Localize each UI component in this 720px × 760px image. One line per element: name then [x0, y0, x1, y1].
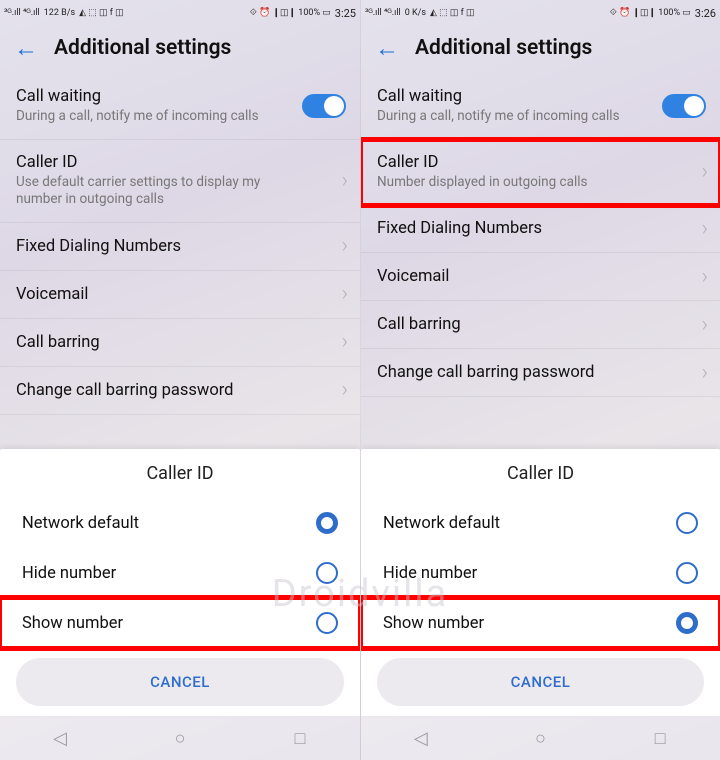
row-subtitle: During a call, notify me of incoming cal… [377, 108, 684, 126]
chevron-right-icon: › [341, 378, 348, 403]
radio-unselected-icon[interactable] [676, 512, 698, 534]
chevron-right-icon: › [701, 264, 708, 289]
row-label: Fixed Dialing Numbers [377, 219, 684, 238]
settings-list: Call waiting During a call, notify me of… [361, 74, 720, 397]
caller-id-sheet: Caller ID Network default Hide number Sh… [0, 449, 360, 716]
header: ← Additional settings [361, 26, 720, 74]
row-call-waiting[interactable]: Call waiting During a call, notify me of… [361, 74, 720, 140]
clock: 3:26 [695, 7, 716, 20]
clock: 3:25 [335, 7, 356, 20]
toggle-on-icon[interactable] [302, 94, 346, 118]
status-icons-right: ⟐ ⏰ ❙◫❙ 100% ▭ [250, 9, 331, 18]
row-label: Voicemail [377, 267, 684, 286]
row-fixed-dialing[interactable]: Fixed Dialing Numbers › [0, 223, 360, 271]
nav-home-icon[interactable]: ○ [529, 727, 551, 749]
row-label: Change call barring password [377, 363, 684, 382]
option-network-default[interactable]: Network default [361, 498, 720, 548]
row-change-password[interactable]: Change call barring password › [0, 367, 360, 415]
row-label: Voicemail [16, 285, 324, 304]
settings-list: Call waiting During a call, notify me of… [0, 74, 360, 415]
row-call-barring[interactable]: Call barring › [361, 301, 720, 349]
radio-selected-icon[interactable] [676, 612, 698, 634]
status-bar: ³ᴳ.ıll ⁴ᴳ.ıll 0 K/s ◭ ⬚ ◫ f ◫ ⟐ ⏰ ❙◫❙ 10… [361, 0, 720, 26]
data-speed: 122 B/s [44, 9, 75, 18]
status-icons-right: ⟐ ⏰ ❙◫❙ 100% ▭ [610, 9, 691, 18]
nav-recent-icon[interactable]: □ [289, 727, 311, 749]
chevron-right-icon: › [701, 159, 708, 184]
row-fixed-dialing[interactable]: Fixed Dialing Numbers › [361, 205, 720, 253]
row-label: Call barring [16, 333, 324, 352]
option-label: Hide number [22, 564, 116, 583]
chevron-right-icon: › [701, 216, 708, 241]
chevron-right-icon: › [701, 360, 708, 385]
row-voicemail[interactable]: Voicemail › [0, 271, 360, 319]
option-label: Show number [383, 614, 484, 633]
data-speed: 0 K/s [405, 9, 426, 18]
back-icon[interactable]: ← [375, 36, 399, 60]
sheet-title: Caller ID [0, 463, 360, 498]
nav-bar: ◁ ○ □ [0, 716, 360, 760]
option-label: Network default [383, 514, 500, 533]
cancel-button[interactable]: CANCEL [16, 658, 344, 706]
row-caller-id[interactable]: Caller ID Number displayed in outgoing c… [361, 140, 720, 206]
nav-back-icon[interactable]: ◁ [49, 727, 71, 749]
nav-recent-icon[interactable]: □ [649, 727, 671, 749]
row-call-waiting[interactable]: Call waiting During a call, notify me of… [0, 74, 360, 140]
radio-unselected-icon[interactable] [316, 562, 338, 584]
toggle-on-icon[interactable] [662, 94, 706, 118]
nav-bar: ◁ ○ □ [361, 716, 720, 760]
status-bar: ³ᴳ.ıll ⁴ᴳ.ıll 122 B/s ◭ ⬚ ◫ f ◫ ⟐ ⏰ ❙◫❙ … [0, 0, 360, 26]
chevron-right-icon: › [341, 330, 348, 355]
option-label: Hide number [383, 564, 477, 583]
row-label: Caller ID [16, 153, 324, 172]
option-show-number[interactable]: Show number [0, 598, 360, 648]
network-indicator: ³ᴳ.ıll ⁴ᴳ.ıll [4, 9, 40, 18]
option-label: Show number [22, 614, 123, 633]
row-caller-id[interactable]: Caller ID Use default carrier settings t… [0, 140, 360, 223]
option-network-default[interactable]: Network default [0, 498, 360, 548]
status-icons-left: ◭ ⬚ ◫ f ◫ [430, 9, 475, 18]
nav-back-icon[interactable]: ◁ [410, 727, 432, 749]
phone-left: ³ᴳ.ıll ⁴ᴳ.ıll 122 B/s ◭ ⬚ ◫ f ◫ ⟐ ⏰ ❙◫❙ … [0, 0, 360, 760]
row-change-password[interactable]: Change call barring password › [361, 349, 720, 397]
nav-home-icon[interactable]: ○ [169, 727, 191, 749]
row-label: Caller ID [377, 153, 684, 172]
phone-right: ³ᴳ.ıll ⁴ᴳ.ıll 0 K/s ◭ ⬚ ◫ f ◫ ⟐ ⏰ ❙◫❙ 10… [360, 0, 720, 760]
status-icons-left: ◭ ⬚ ◫ f ◫ [79, 9, 124, 18]
caller-id-sheet: Caller ID Network default Hide number Sh… [361, 449, 720, 716]
back-icon[interactable]: ← [14, 36, 38, 60]
row-voicemail[interactable]: Voicemail › [361, 253, 720, 301]
row-call-barring[interactable]: Call barring › [0, 319, 360, 367]
page-title: Additional settings [54, 36, 231, 60]
option-hide-number[interactable]: Hide number [361, 548, 720, 598]
row-label: Change call barring password [16, 381, 324, 400]
row-label: Fixed Dialing Numbers [16, 237, 324, 256]
cancel-button[interactable]: CANCEL [377, 658, 704, 706]
radio-unselected-icon[interactable] [676, 562, 698, 584]
radio-selected-icon[interactable] [316, 512, 338, 534]
sheet-title: Caller ID [361, 463, 720, 498]
chevron-right-icon: › [341, 282, 348, 307]
network-indicator: ³ᴳ.ıll ⁴ᴳ.ıll [365, 9, 401, 18]
row-label: Call barring [377, 315, 684, 334]
chevron-right-icon: › [701, 312, 708, 337]
chevron-right-icon: › [341, 234, 348, 259]
row-subtitle: Number displayed in outgoing calls [377, 174, 684, 192]
row-subtitle: Use default carrier settings to display … [16, 174, 324, 209]
radio-unselected-icon[interactable] [316, 612, 338, 634]
option-label: Network default [22, 514, 139, 533]
row-label: Call waiting [377, 87, 684, 106]
option-show-number[interactable]: Show number [361, 598, 720, 648]
row-label: Call waiting [16, 87, 324, 106]
option-hide-number[interactable]: Hide number [0, 548, 360, 598]
chevron-right-icon: › [341, 168, 348, 193]
header: ← Additional settings [0, 26, 360, 74]
row-subtitle: During a call, notify me of incoming cal… [16, 108, 324, 126]
page-title: Additional settings [415, 36, 592, 60]
